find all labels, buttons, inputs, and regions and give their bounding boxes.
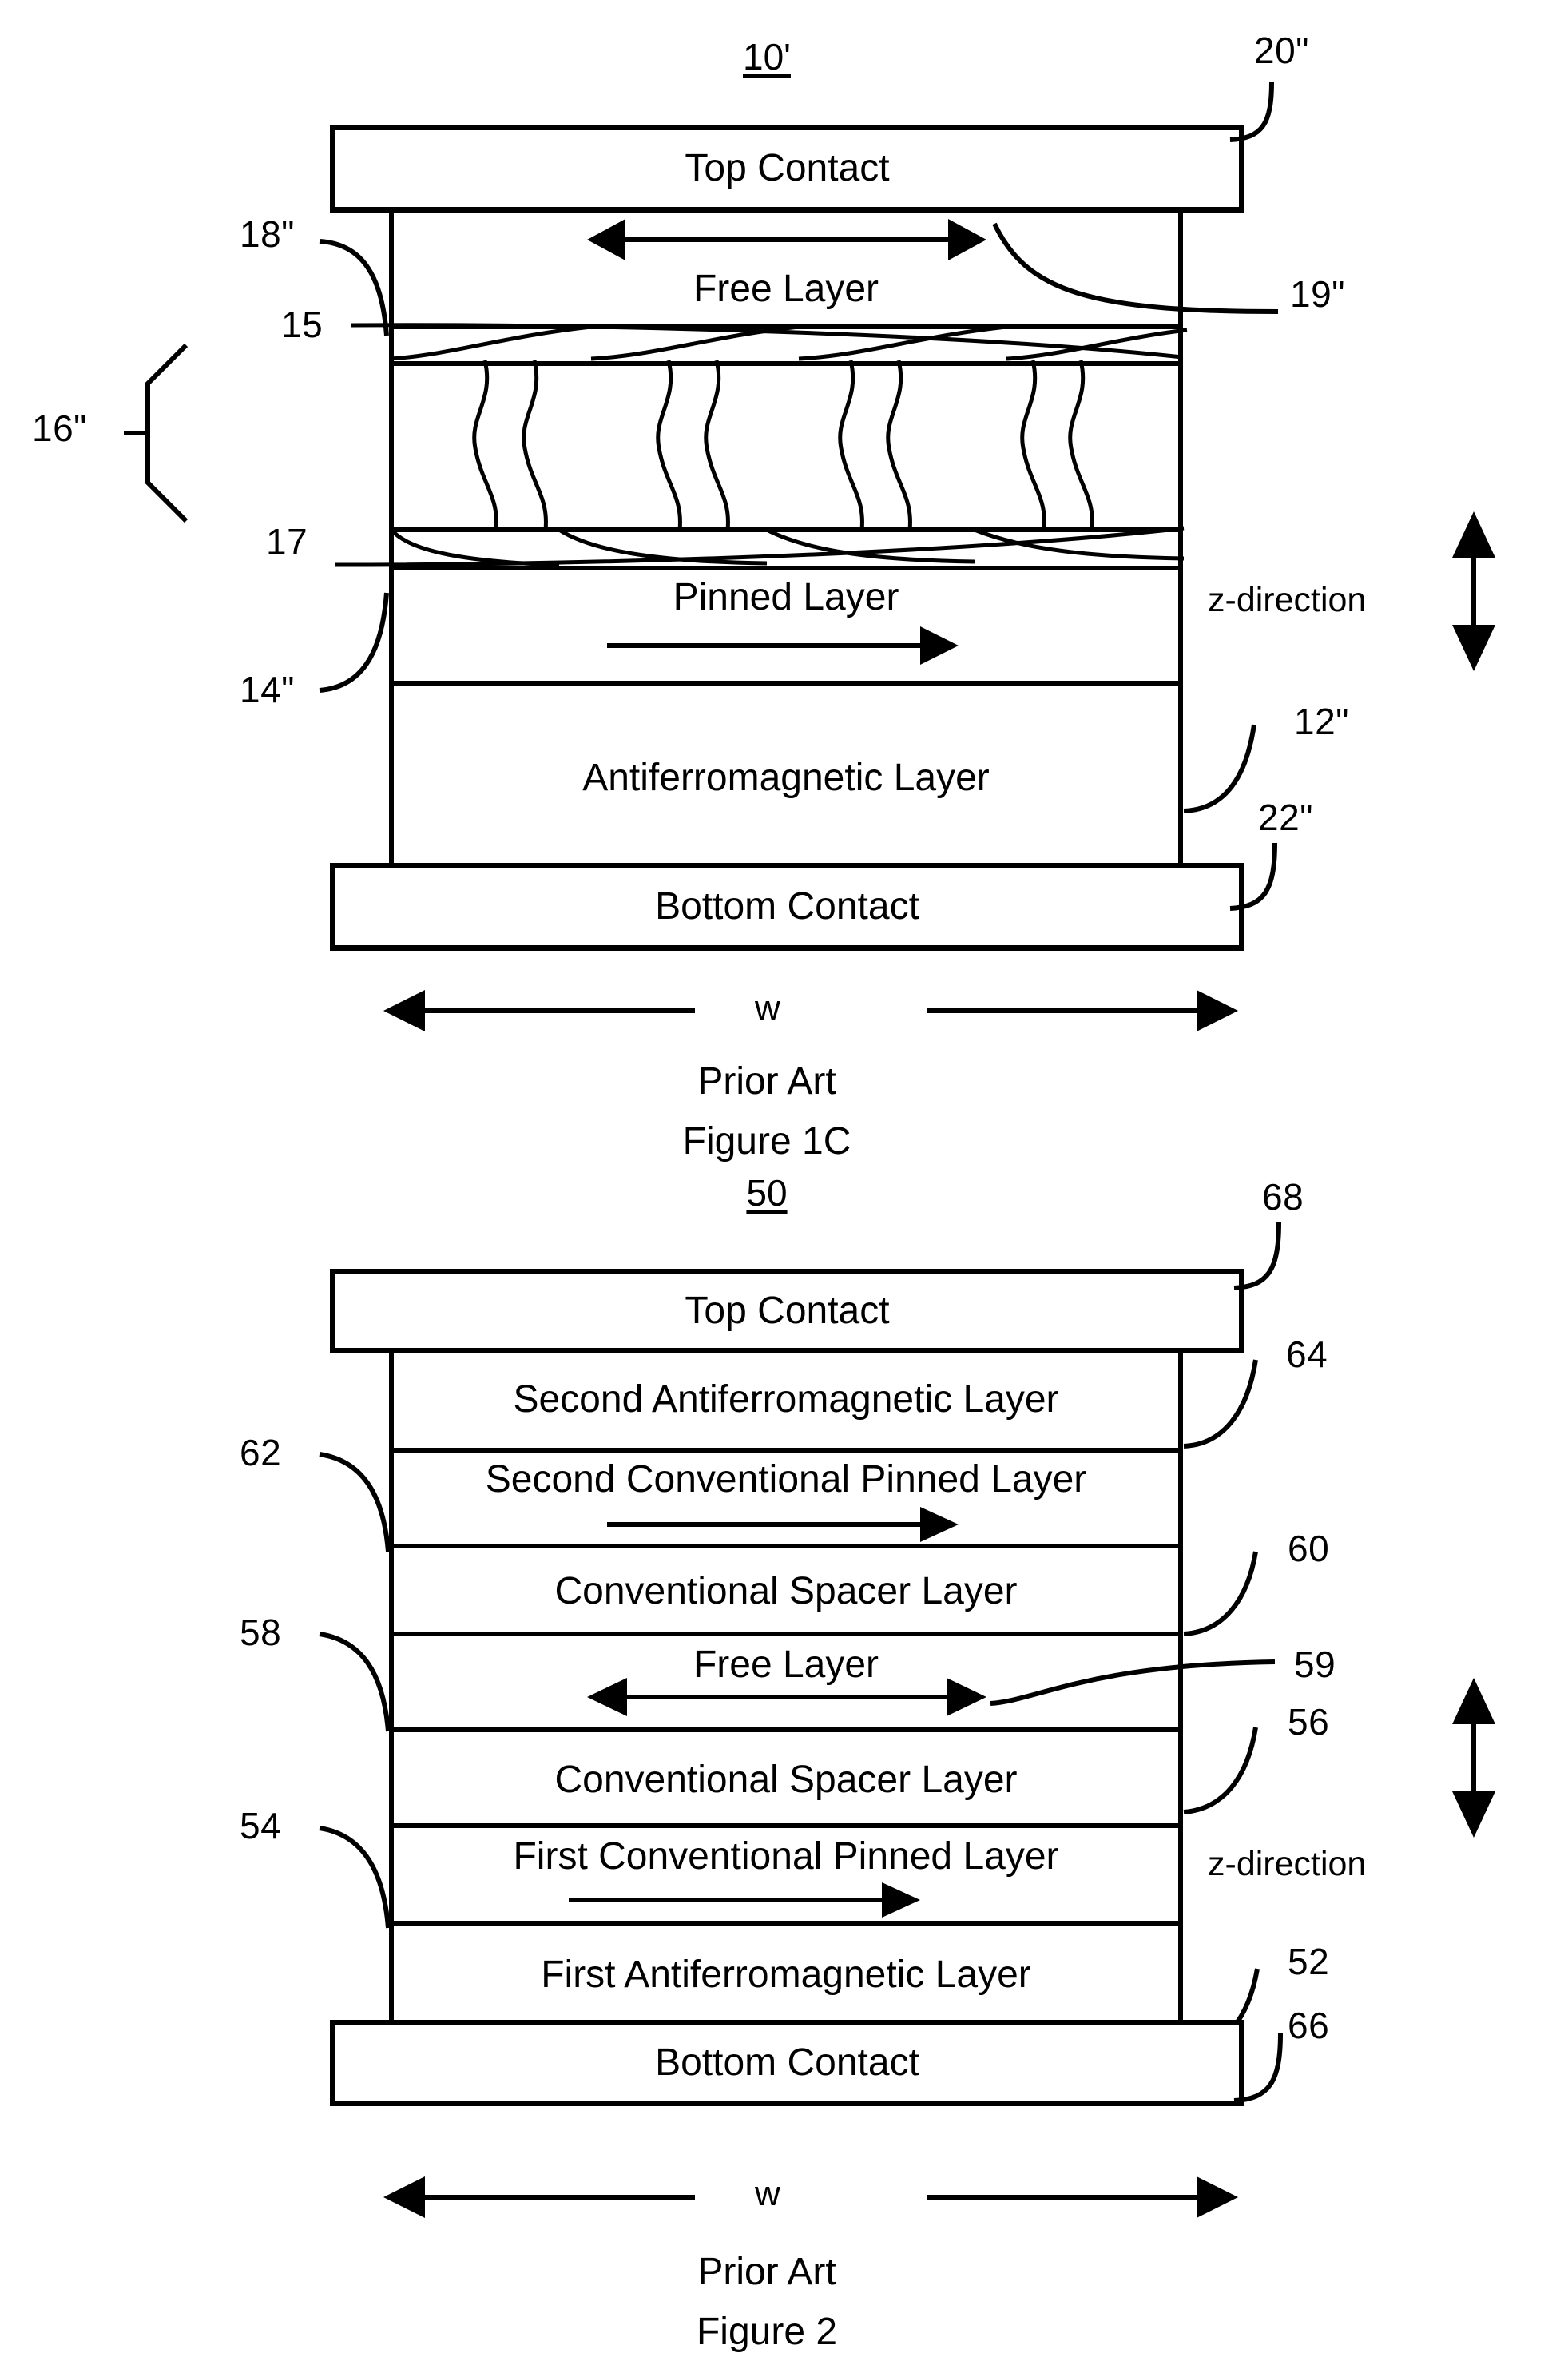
figure-1c-width-label: w [755,988,780,1027]
figure-1c-ref-12: 12" [1294,701,1349,742]
figure-2-layer-second-afm: Second Antiferromagnetic Layer [389,1353,1183,1448]
figure-2-bottom-contact-label: Bottom Contact [655,2041,919,2084]
figure-2-ref-54: 54 [240,1805,282,1846]
figure-1c-ref-16: 16" [32,407,87,449]
figure-2-top-contact-label: Top Contact [685,1290,890,1332]
figure-1c-assembly-ref: 10' [743,36,791,78]
figure-2-second-pinned-arrow [607,1507,959,1542]
figure-2-layer-spacer-lower-label: Conventional Spacer Layer [554,1759,1018,1801]
figure-2-layer-spacer-lower: Conventional Spacer Layer [389,1727,1183,1823]
figure-1c-bottom-contact-label: Bottom Contact [655,885,919,928]
figure-2-layer-first-afm: First Antiferromagnetic Layer [389,1921,1183,2020]
figure-1c-ref-22: 22" [1258,797,1313,838]
figure-1c-ref-18: 18" [240,213,295,255]
figure-2-ref-58: 58 [240,1612,282,1653]
figure-2-ref-60: 60 [1288,1528,1330,1569]
figure-2-ref-62: 62 [240,1432,282,1473]
figure-2-layer-second-pinned-label: Second Conventional Pinned Layer [485,1458,1087,1500]
figure-2-layer-second-afm-label: Second Antiferromagnetic Layer [513,1378,1059,1421]
figure-2-leader-56 [1183,1727,1258,1814]
figure-2-width-label: w [755,2174,780,2213]
figure-1c-pinned-layer-arrow [607,626,959,665]
figure-2-width-arrow [383,2176,1238,2218]
figure-2-free-layer-arrow [587,1678,986,1716]
figure-2-leader-60 [1183,1551,1258,1636]
figure-1c-lower-spin-fan [335,526,1185,567]
figure-2-prior-art-label: Prior Art [697,2251,836,2293]
figure-1c-layer-afm: Antiferromagnetic Layer [389,681,1183,863]
figure-1c-ref-19: 19" [1290,273,1345,315]
figure-2-leader-64 [1183,1359,1258,1449]
figure-1c-z-direction-arrow [1452,511,1495,671]
figure-2-layer-first-afm-label: First Antiferromagnetic Layer [541,1954,1031,1996]
figure-2-ref-56: 56 [1288,1701,1330,1743]
figure-1c-leader-20 [1229,81,1274,142]
figure-1c-top-contact-label: Top Contact [685,147,890,189]
figure-2-assembly-ref: 50 [746,1172,788,1214]
figure-2-leader-62 [319,1452,391,1552]
figure-1c-z-direction-label: z-direction [1208,581,1367,619]
figure-2-z-direction-arrow [1452,1678,1495,1838]
figure-1c-ref-20: 20" [1254,30,1309,71]
figure-1c-prior-art-label: Prior Art [697,1060,836,1103]
figure-2-layer-spacer-upper-label: Conventional Spacer Layer [554,1570,1018,1612]
figure-1c-bottom-contact: Bottom Contact [330,863,1244,951]
figure-2-ref-68: 68 [1262,1176,1304,1218]
figure-2-leader-54 [319,1826,391,1929]
figure-2-z-direction-label: z-direction [1208,1845,1367,1883]
figure-1c-upper-spin-fan [351,323,1188,361]
figure-2-layer-spacer-upper: Conventional Spacer Layer [389,1544,1183,1632]
figure-1c-layer-pinned-label: Pinned Layer [673,576,899,618]
figure-2-ref-59: 59 [1294,1644,1336,1685]
figure-1c-width-arrow [383,990,1238,1031]
figure-2-top-contact: Top Contact [330,1269,1244,1353]
figure-1c-bracket-16 [124,343,189,523]
figure-2-leader-58 [319,1632,391,1732]
figure-2-caption: Figure 2 [696,2311,838,2353]
figure-2-leader-59 [990,1659,1276,1706]
figure-1c-spin-wave-lines [472,360,1094,531]
figure-1c-top-contact: Top Contact [330,125,1244,213]
figure-2-layer-first-pinned-label: First Conventional Pinned Layer [513,1835,1059,1878]
figure-2-leader-68 [1233,1222,1281,1290]
figure-1c-leader-22 [1229,842,1277,911]
figure-2-ref-52: 52 [1288,1941,1330,1982]
figure-2-leader-66 [1233,2033,1283,2103]
figure-1c-ref-15: 15 [281,304,324,345]
figure-1c-leader-19 [992,222,1279,314]
figure-1c-layer-afm-label: Antiferromagnetic Layer [582,757,990,799]
figure-1c-ref-14: 14" [240,669,295,710]
patent-drawing-sheet: 10' Top Contact 20" Free Layer 18" 19" 1… [0,0,1568,2365]
figure-2-ref-64: 64 [1286,1334,1328,1375]
figure-2-bottom-contact: Bottom Contact [330,2020,1244,2106]
figure-1c-ref-17: 17 [266,521,308,562]
figure-1c-caption: Figure 1C [682,1120,851,1163]
figure-1c-free-layer-arrow [587,219,986,260]
figure-2-first-pinned-arrow [569,1882,920,1918]
